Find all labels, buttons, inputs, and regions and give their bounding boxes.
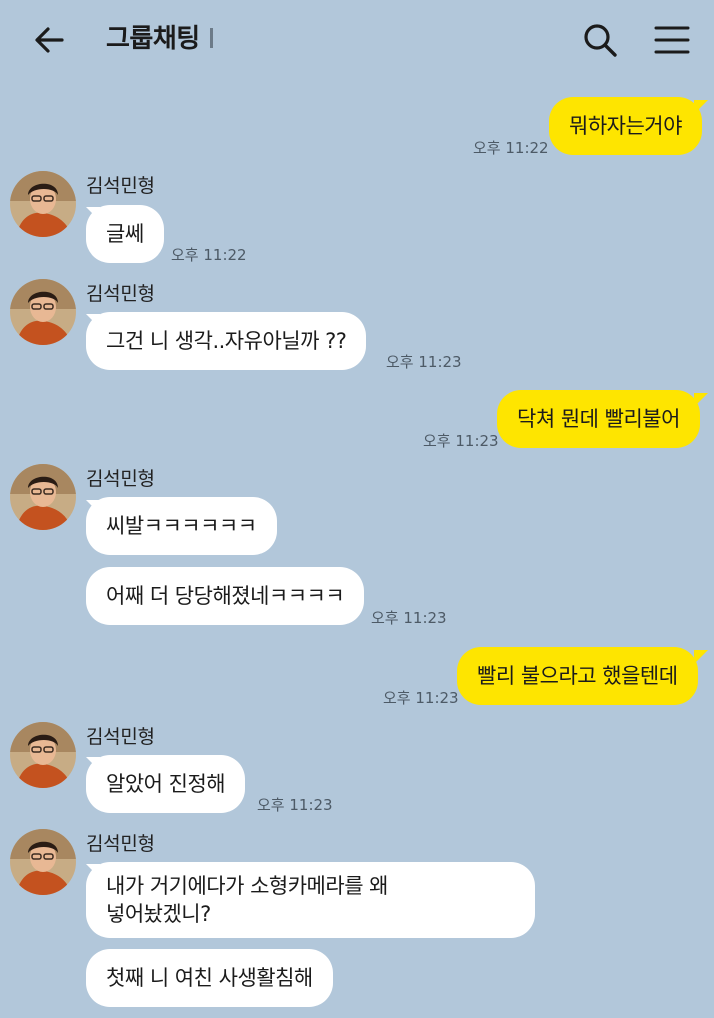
message-time: 오후 11:23 [371,609,447,627]
menu-button[interactable] [652,20,692,60]
message-text: 글쎄 [106,222,144,246]
message-time: 오후 11:22 [171,246,247,264]
profile-photo [10,171,76,237]
message-text: 알았어 진정해 [106,772,226,796]
avatar[interactable] [10,279,76,345]
message-time: 오후 11:23 [257,796,333,814]
bubble-tail [694,393,708,407]
search-icon [584,24,617,57]
profile-photo [10,829,76,895]
received-message-bubble[interactable]: 첫째 니 여친 사생활침해 [86,949,333,1007]
received-message-bubble[interactable]: 그건 니 생각..자유아닐까 ?? [86,312,367,370]
sender-name: 김석민형 [86,726,155,748]
back-button[interactable] [30,20,70,60]
received-message-bubble[interactable]: 알았어 진정해 [86,755,246,813]
message-text: 빨리 불으라고 했을텐데 [477,664,678,688]
avatar[interactable] [10,464,76,530]
sender-name: 김석민형 [86,468,155,490]
chat-title-text: 그룹채팅 [106,24,200,54]
avatar[interactable] [10,829,76,895]
message-time: 오후 11:23 [423,432,499,450]
message-text: 뭐하자는거야 [569,114,682,138]
sender-name: 김석민형 [86,833,155,855]
chat-header: 그룹채팅 [0,0,714,80]
message-time: 오후 11:23 [383,689,459,707]
my-message-bubble[interactable]: 닥쳐 뭔데 빨리불어 [497,390,700,448]
message-text: 첫째 니 여친 사생활침해 [106,966,313,990]
message-text: 씨발ㅋㅋㅋㅋㅋㅋ [106,514,257,538]
sender-name: 김석민형 [86,175,155,197]
profile-photo [10,722,76,788]
my-message-bubble[interactable]: 빨리 불으라고 했을텐데 [457,647,698,705]
message-time: 오후 11:22 [473,139,549,157]
received-message-bubble[interactable]: 글쎄 [86,205,164,263]
bubble-tail [694,100,708,114]
profile-photo [10,464,76,530]
arrow-left-icon [35,27,64,53]
received-message-bubble[interactable]: 씨발ㅋㅋㅋㅋㅋㅋ [86,497,277,555]
search-button[interactable] [580,20,620,60]
avatar[interactable] [10,722,76,788]
sender-name: 김석민형 [86,283,155,305]
bubble-tail [694,650,708,664]
message-time: 오후 11:23 [386,353,462,371]
received-message-bubble[interactable]: 어째 더 당당해졌네ㅋㅋㅋㅋ [86,567,365,625]
received-message-bubble[interactable]: 내가 거기에다가 소형카메라를 왜 넣어놨겠니? [86,862,535,938]
profile-photo [10,279,76,345]
message-text: 그건 니 생각..자유아닐까 ?? [106,329,347,353]
message-text: 닥쳐 뭔데 빨리불어 [517,407,680,431]
title-divider [209,27,213,48]
avatar[interactable] [10,171,76,237]
my-message-bubble[interactable]: 뭐하자는거야 [549,97,702,155]
message-text: 어째 더 당당해졌네ㅋㅋㅋㅋ [106,584,345,608]
hamburger-menu-icon [654,26,690,54]
message-text-line: 넣어놨겠니? [106,902,211,926]
chat-title: 그룹채팅 [106,18,213,60]
message-text-line: 내가 거기에다가 소형카메라를 왜 [106,874,389,898]
